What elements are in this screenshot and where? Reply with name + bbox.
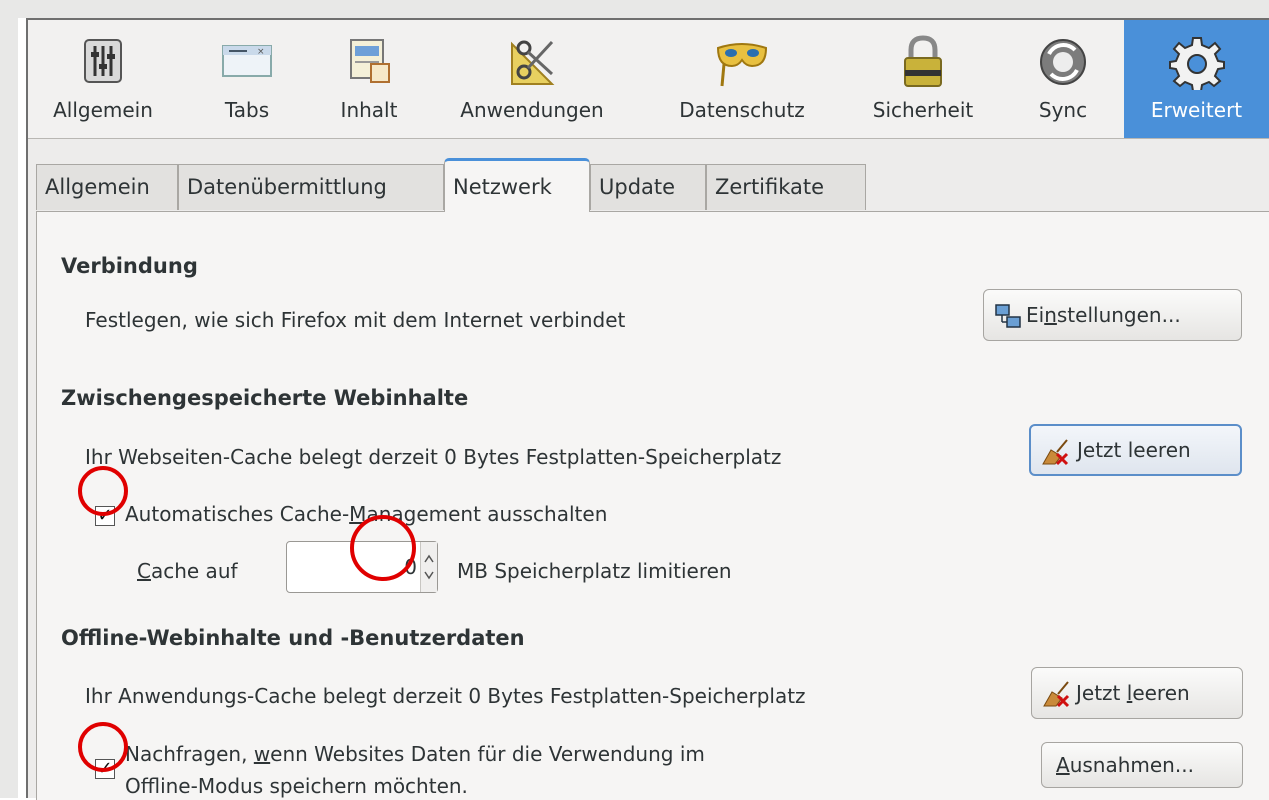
toolbar-label: Inhalt (340, 98, 398, 122)
tabs-icon: × (222, 45, 272, 77)
connection-description: Festlegen, wie sich Firefox mit dem Inte… (85, 308, 626, 332)
outer-frame-top (0, 0, 1269, 18)
applications-icon (511, 40, 555, 85)
ask-offline-label-line1: Nachfragen, wenn Websites Daten für die … (125, 742, 705, 766)
override-cache-checkbox[interactable]: ✓ (95, 506, 115, 526)
toolbar-label: Erweitert (1150, 98, 1243, 122)
network-icon (995, 304, 1021, 328)
network-panel: Verbindung Festlegen, wie sich Firefox m… (36, 211, 1269, 800)
clear-offline-button[interactable]: Jetzt leeren (1031, 667, 1243, 719)
general-sliders-icon (84, 39, 122, 83)
exceptions-label: Ausnahmen... (1056, 753, 1194, 777)
cache-size-value: 0 (404, 555, 417, 579)
toolbar-label: Sicherheit (872, 98, 974, 122)
cache-limit-suffix: MB Speicherplatz limitieren (457, 559, 732, 583)
clear-cache-button[interactable]: Jetzt leeren (1029, 424, 1242, 476)
spin-arrows-icon (424, 554, 434, 580)
tab-update[interactable]: Update (590, 164, 706, 210)
cache-limit-label: Cache auf (137, 559, 238, 583)
advanced-gear-icon (1168, 37, 1225, 90)
privacy-mask-icon (716, 43, 768, 87)
toolbar-label: Tabs (224, 98, 270, 122)
toolbar-item-allgemein[interactable]: Allgemein (28, 20, 178, 138)
toolbar-item-tabs[interactable]: × Tabs (204, 20, 290, 138)
toolbar-item-anwendungen[interactable]: Anwendungen (432, 20, 632, 138)
content-icon (350, 39, 390, 83)
connection-settings-button[interactable]: Einstellungen... (983, 289, 1242, 341)
toolbar-item-sync[interactable]: Sync (1018, 20, 1108, 138)
outer-frame-left (0, 0, 18, 798)
override-cache-label: Automatisches Cache-Management ausschalt… (125, 502, 608, 526)
tab-netzwerk[interactable]: Netzwerk (444, 158, 590, 212)
clear-cache-label: Jetzt leeren (1077, 438, 1191, 462)
toolbar-item-inhalt[interactable]: Inhalt (314, 20, 424, 138)
tab-datenuebermittlung[interactable]: Datenübermittlung (178, 164, 444, 210)
clear-offline-label: Jetzt leeren (1076, 681, 1190, 705)
toolbar-item-erweitert[interactable]: Erweitert (1124, 20, 1269, 138)
toolbar-item-datenschutz[interactable]: Datenschutz (652, 20, 832, 138)
exceptions-button[interactable]: Ausnahmen... (1041, 742, 1243, 788)
broom-clear-icon (1042, 439, 1069, 466)
toolbar-item-sicherheit[interactable]: Sicherheit (848, 20, 998, 138)
toolbar-label: Anwendungen (460, 98, 604, 122)
cache-heading: Zwischengespeicherte Webinhalte (61, 386, 469, 410)
toolbar-label: Allgemein (53, 98, 153, 122)
broom-clear-icon (1043, 681, 1070, 708)
svg-text:×: × (257, 47, 265, 57)
sync-icon (1040, 39, 1086, 85)
tab-zertifikate[interactable]: Zertifikate (706, 164, 866, 210)
ask-offline-checkbox[interactable]: ✓ (95, 759, 115, 779)
security-lock-icon (904, 35, 942, 87)
offline-heading: Offline-Webinhalte und -Benutzerdaten (61, 626, 525, 650)
connection-heading: Verbindung (61, 254, 198, 278)
tab-allgemein[interactable]: Allgemein (36, 164, 178, 210)
spinner-arrows[interactable] (420, 542, 437, 592)
offline-description: Ihr Anwendungs-Cache belegt derzeit 0 By… (85, 684, 806, 708)
cache-size-spinner[interactable]: 0 (286, 541, 438, 593)
preferences-window: Allgemein × Tabs Inhalt Anwendungen Date… (26, 18, 1269, 800)
ask-offline-label-line2: Offline-Modus speichern möchten. (125, 774, 468, 798)
category-toolbar: Allgemein × Tabs Inhalt Anwendungen Date… (28, 20, 1269, 139)
cache-description: Ihr Webseiten-Cache belegt derzeit 0 Byt… (85, 445, 782, 469)
connection-settings-label: Einstellungen... (1026, 303, 1181, 327)
toolbar-label: Datenschutz (679, 98, 805, 122)
toolbar-label: Sync (1038, 98, 1088, 122)
